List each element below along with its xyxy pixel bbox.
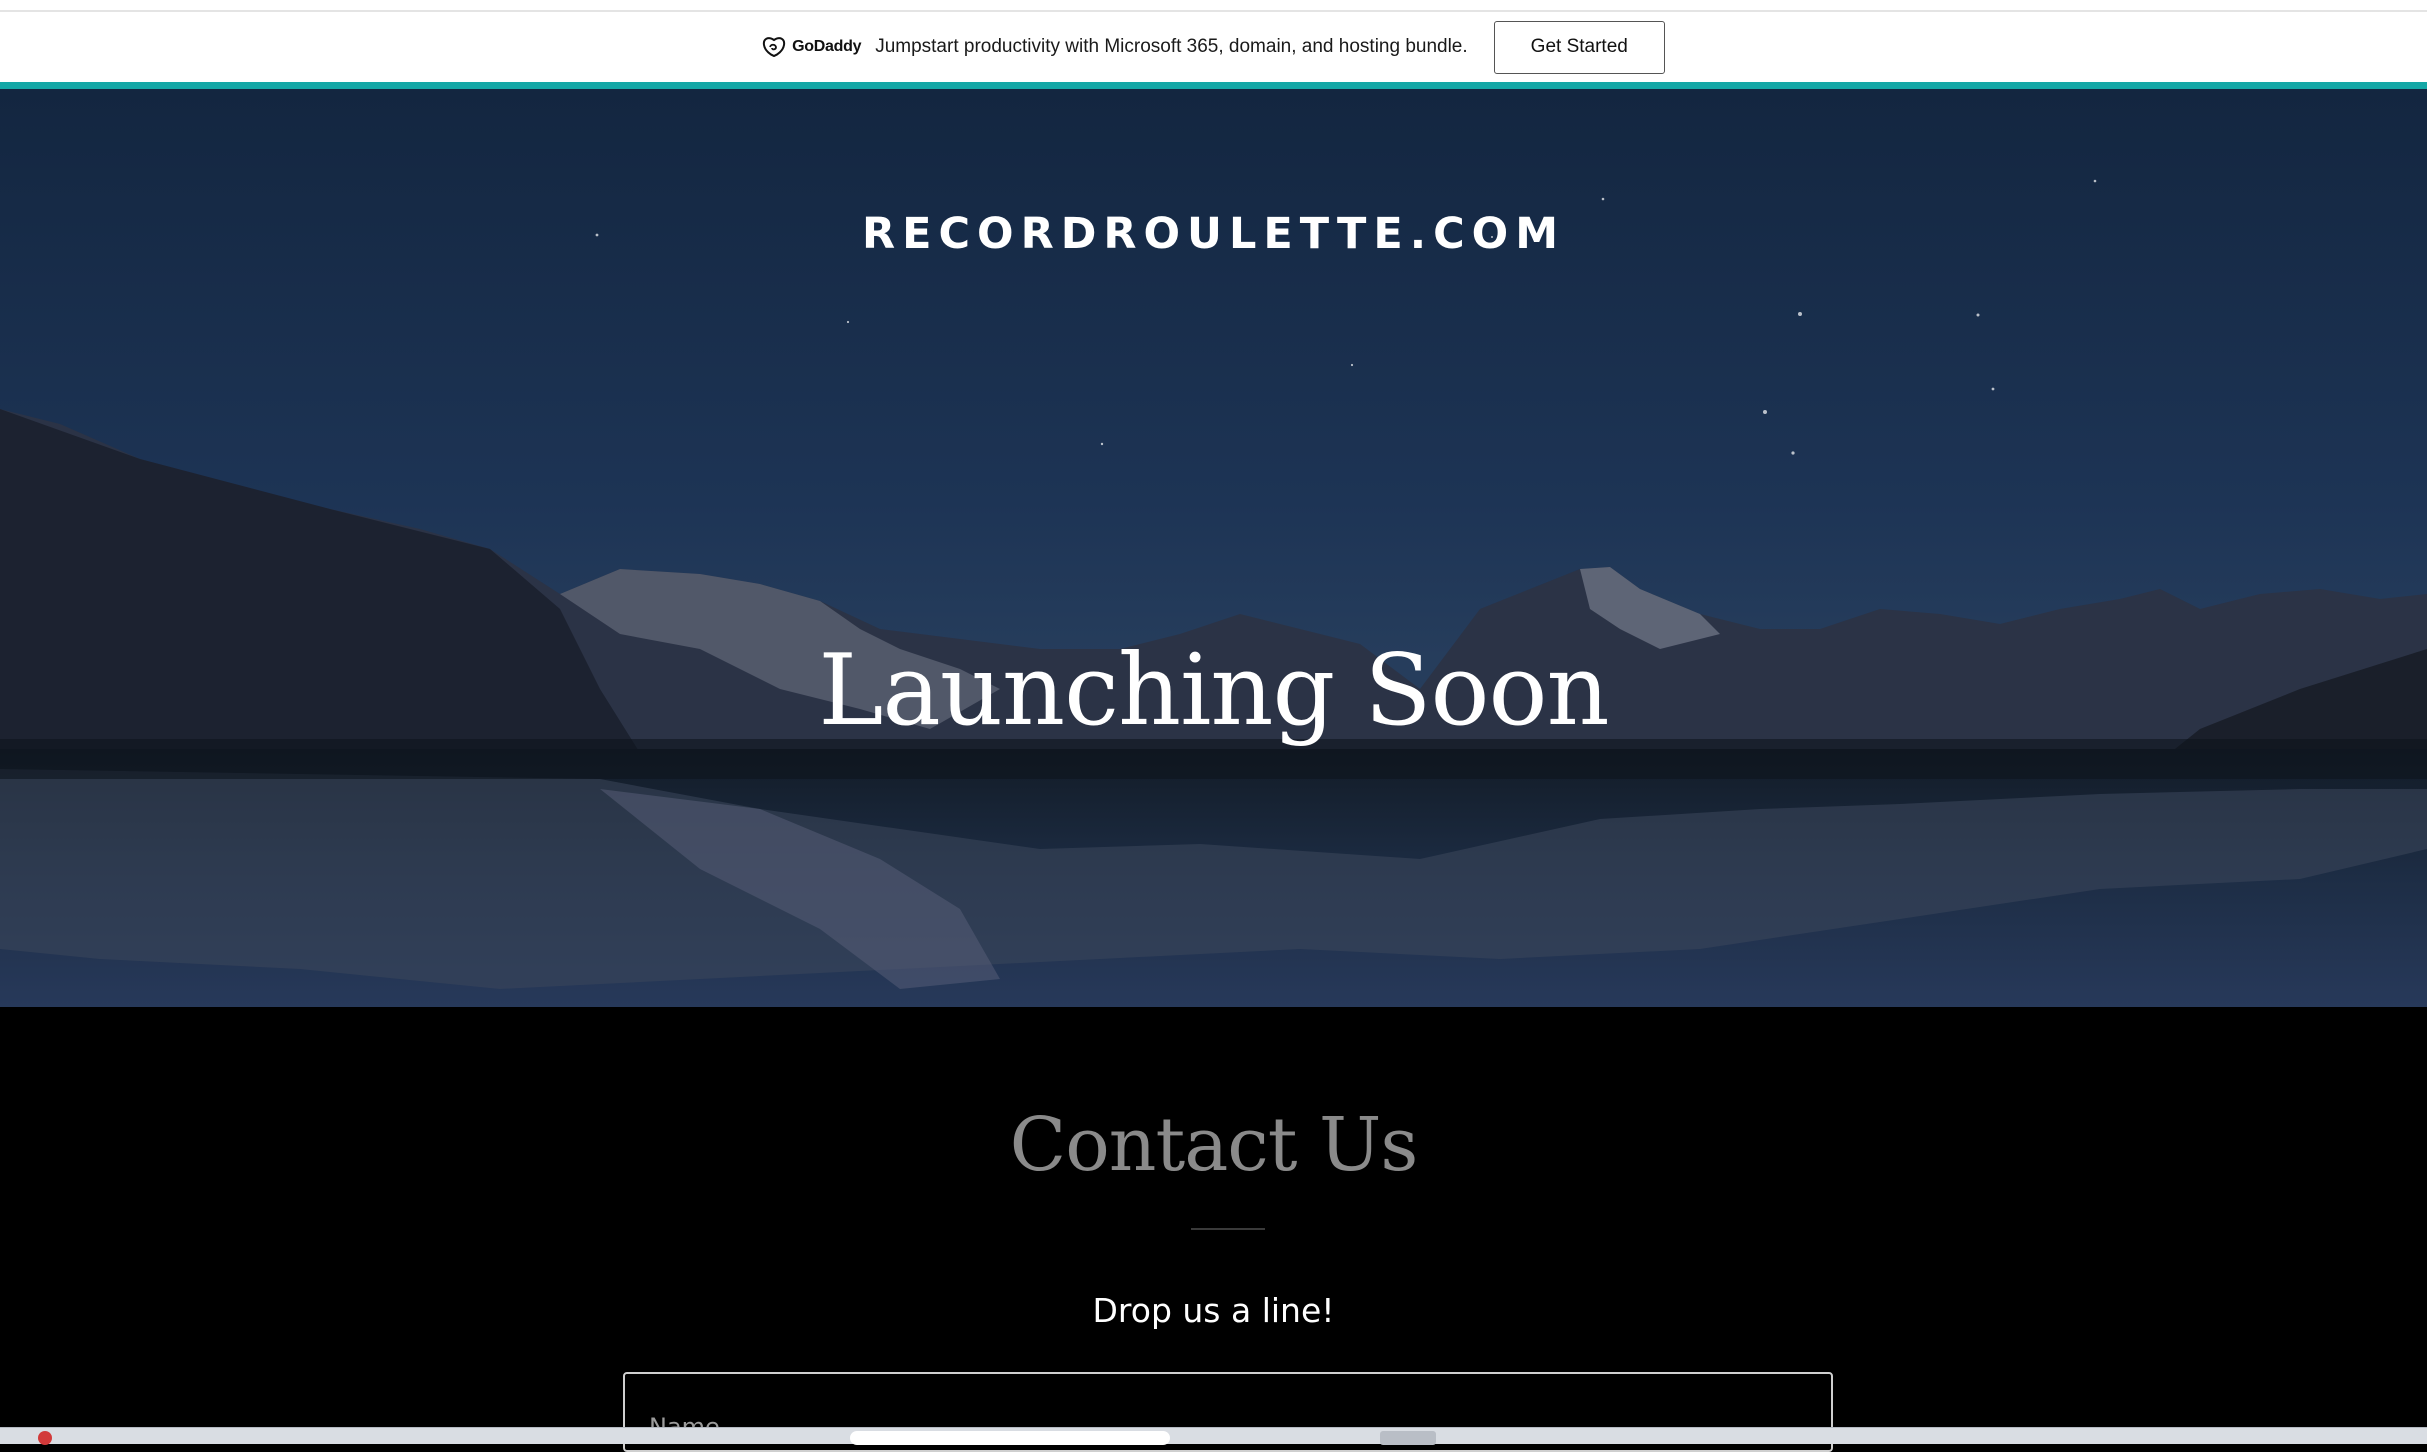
get-started-button[interactable]: Get Started [1493, 20, 1665, 74]
accent-line [0, 82, 2427, 89]
contact-section: Contact Us Drop us a line! [0, 1007, 2427, 1452]
godaddy-logo-icon [763, 37, 786, 58]
weather-icon[interactable] [38, 1431, 52, 1445]
taskbar-search-box[interactable] [850, 1431, 1170, 1445]
contact-title: Contact Us [1009, 1102, 1419, 1188]
browser-top-edge [0, 0, 2427, 12]
godaddy-brand-text: GoDaddy [792, 38, 862, 55]
hero-headline: Launching Soon [818, 634, 1609, 748]
godaddy-logo: GoDaddy [762, 36, 861, 58]
promo-banner: GoDaddy Jumpstart productivity with Micr… [0, 12, 2427, 82]
contact-subtitle: Drop us a line! [1092, 1291, 1335, 1330]
promo-text: Jumpstart productivity with Microsoft 36… [875, 36, 1468, 57]
taskbar [0, 1427, 2427, 1445]
site-title[interactable]: RECORDROULETTE.COM [0, 209, 2427, 259]
contact-divider [1191, 1228, 1265, 1230]
hero-section: RECORDROULETTE.COM Launching Soon [0, 89, 2427, 1007]
taskbar-app-icon[interactable] [1380, 1431, 1436, 1445]
